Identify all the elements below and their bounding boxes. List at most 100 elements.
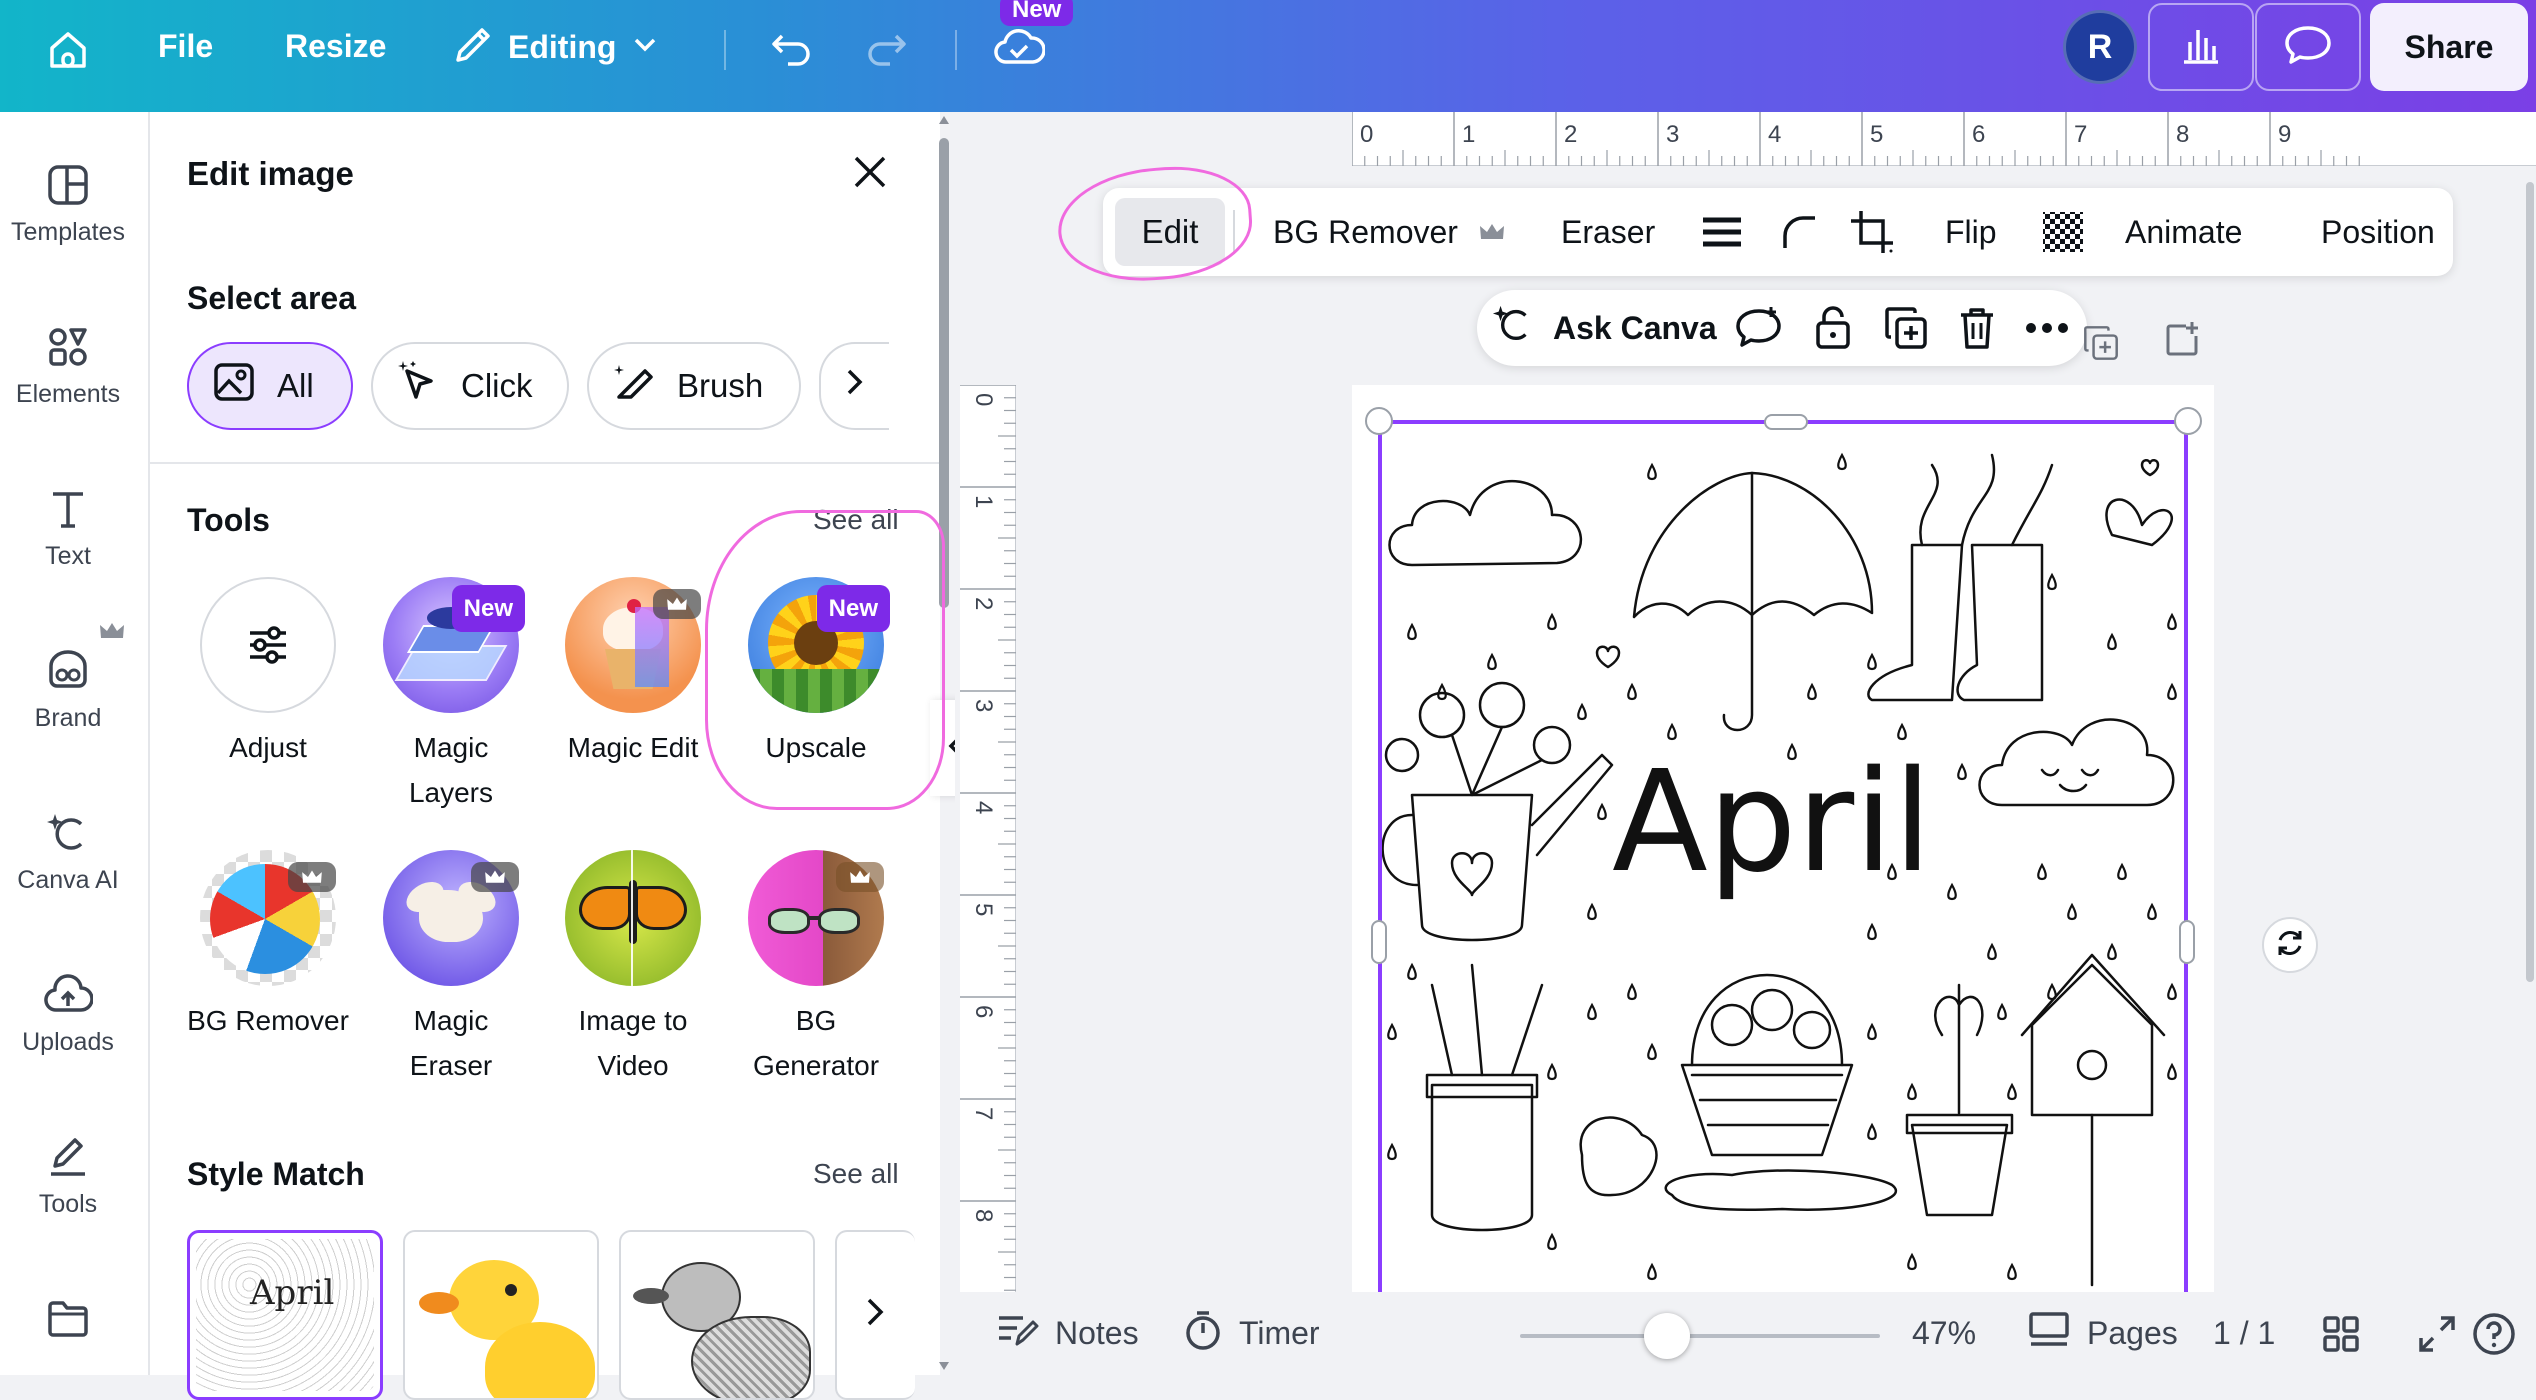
border-style-icon[interactable] <box>1701 188 1743 276</box>
position-button[interactable]: Position <box>2321 188 2435 276</box>
toolbar-divider <box>724 30 726 70</box>
grid-view-icon[interactable] <box>2321 1292 2361 1375</box>
nav-text[interactable]: Text <box>0 486 136 571</box>
ruler-top-label: 3 <box>1666 121 1679 148</box>
select-brush-label: Brush <box>677 367 764 404</box>
editing-mode-button[interactable]: Editing <box>450 22 660 73</box>
ruler-top-label: 1 <box>1462 121 1475 148</box>
nav-projects[interactable] <box>0 1296 136 1352</box>
share-button[interactable]: Share <box>2370 3 2528 91</box>
eraser-button[interactable]: Eraser <box>1561 188 1655 276</box>
duplicate-page-icon[interactable] <box>2082 324 2120 367</box>
tool-bg-remover[interactable]: BG Remover <box>178 850 358 1043</box>
crown-icon <box>836 862 884 892</box>
undo-icon[interactable] <box>768 24 816 72</box>
style-match-see-all-link[interactable]: See all <box>813 1158 899 1190</box>
ask-canva-button[interactable]: Ask Canva <box>1491 290 1717 366</box>
bg-remover-button[interactable]: BG Remover <box>1273 188 1506 276</box>
ruler-top-label: 7 <box>2074 121 2087 148</box>
rotate-handle[interactable] <box>2262 917 2318 973</box>
resize-handle-right[interactable] <box>2179 920 2195 964</box>
resize-handle-top-right[interactable] <box>2174 407 2202 435</box>
tool-image-to-video[interactable]: Image to Video <box>543 850 723 1088</box>
tool-magic-edit-label: Magic Edit <box>567 732 699 763</box>
chevron-right-icon <box>863 1296 887 1333</box>
tool-adjust[interactable]: Adjust <box>178 577 358 770</box>
fullscreen-icon[interactable] <box>2417 1292 2457 1375</box>
close-icon[interactable] <box>850 152 890 197</box>
image-to-video-thumbnail <box>565 850 701 986</box>
magic-cursor-icon <box>395 359 441 413</box>
trash-icon[interactable] <box>1957 290 1997 366</box>
notes-button[interactable]: Notes <box>995 1292 1139 1375</box>
ruler-top-label: 5 <box>1870 121 1883 148</box>
nav-elements[interactable]: Elements <box>0 324 136 409</box>
comments-button[interactable] <box>2255 3 2361 91</box>
add-page-icon[interactable] <box>2162 320 2202 365</box>
select-area-title: Select area <box>187 280 357 316</box>
select-brush-option[interactable]: Brush <box>587 342 801 430</box>
nav-canva-ai[interactable]: Canva AI <box>0 810 136 895</box>
duplicate-icon[interactable] <box>1883 290 1929 366</box>
resize-menu[interactable]: Resize <box>285 28 386 65</box>
tool-magic-edit[interactable]: Magic Edit <box>543 577 723 770</box>
nav-elements-label: Elements <box>15 380 121 408</box>
redo-icon[interactable] <box>862 24 910 72</box>
tool-new-badge: New <box>451 585 525 632</box>
tool-magic-layers-label: Magic <box>413 732 489 763</box>
ruler-top-label: 6 <box>1972 121 1985 148</box>
nav-brand[interactable]: Brand <box>0 648 136 733</box>
rotate-icon <box>2273 926 2307 965</box>
tool-bg-generator[interactable]: BG Generator <box>726 850 906 1088</box>
ruler-left-label: 6 <box>970 1005 997 1018</box>
resize-handle-top-left[interactable] <box>1365 407 1393 435</box>
ruler-left-label: 0 <box>970 393 997 406</box>
pages-button[interactable]: Pages <box>2027 1292 2178 1375</box>
zoom-slider-knob[interactable] <box>1644 1313 1690 1359</box>
elements-icon <box>0 324 136 370</box>
tool-new-badge: New <box>816 585 890 632</box>
more-options-icon[interactable] <box>2025 290 2069 366</box>
pages-label: Pages <box>2087 1315 2178 1351</box>
lock-icon[interactable] <box>1813 290 1853 366</box>
resize-handle-top[interactable] <box>1764 414 1808 430</box>
help-icon[interactable] <box>2471 1292 2517 1375</box>
zoom-slider-track[interactable] <box>1520 1334 1880 1338</box>
comment-icon <box>2283 22 2333 73</box>
transparency-icon[interactable] <box>2040 188 2086 276</box>
nav-tools[interactable]: Tools <box>0 1134 136 1219</box>
user-avatar[interactable]: R <box>2063 10 2137 84</box>
ruler-top-label: 0 <box>1360 121 1373 148</box>
flip-button[interactable]: Flip <box>1945 188 1997 276</box>
ruler-left-label: 3 <box>970 699 997 712</box>
corner-rounding-icon[interactable] <box>1779 188 1819 276</box>
cloud-saved-icon[interactable] <box>993 22 1045 72</box>
add-comment-icon[interactable] <box>1735 290 1783 366</box>
tool-adjust-label: Adjust <box>229 732 307 763</box>
ruler-left-label: 1 <box>970 495 997 508</box>
tool-magic-eraser[interactable]: Magic Eraser <box>361 850 541 1088</box>
select-click-option[interactable]: Click <box>371 342 569 430</box>
crop-icon[interactable] <box>1849 188 1895 276</box>
page-count: 1 / 1 <box>2213 1315 2276 1351</box>
zoom-value[interactable]: 47% <box>1912 1292 1976 1375</box>
select-more-option[interactable] <box>819 342 889 430</box>
ruler-top-label: 8 <box>2176 121 2189 148</box>
ruler-top-label: 2 <box>1564 121 1577 148</box>
home-icon[interactable] <box>44 26 92 74</box>
crown-icon <box>288 862 336 892</box>
workspace-scrollbar[interactable] <box>2524 112 2536 1292</box>
nav-uploads[interactable]: Uploads <box>0 972 136 1057</box>
selection-frame[interactable] <box>1378 420 2188 1300</box>
insights-button[interactable] <box>2148 3 2254 91</box>
nav-templates[interactable]: Templates <box>0 162 136 247</box>
ruler-left-label: 2 <box>970 597 997 610</box>
tool-magic-eraser-label-2: Eraser <box>409 1050 493 1081</box>
resize-handle-left[interactable] <box>1371 920 1387 964</box>
select-all-option[interactable]: All <box>187 342 353 430</box>
tool-magic-layers[interactable]: New Magic Layers <box>361 577 541 815</box>
file-menu[interactable]: File <box>158 28 213 65</box>
chevron-down-icon <box>630 30 660 65</box>
timer-button[interactable]: Timer <box>1183 1292 1320 1375</box>
animate-button[interactable]: Animate <box>2125 188 2242 276</box>
